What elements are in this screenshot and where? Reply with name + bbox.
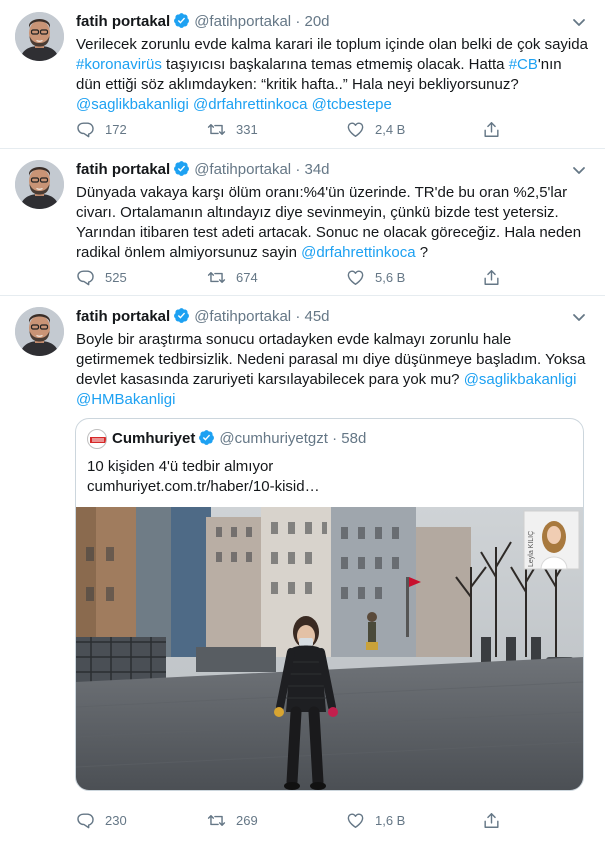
reply-icon (76, 268, 95, 287)
retweet-count: 269 (236, 813, 258, 828)
share-icon (482, 268, 501, 287)
tweet-age[interactable]: 20d (304, 13, 329, 30)
retweet-count: 674 (236, 270, 258, 285)
text-segment: Verilecek zorunlu evde kalma karari ile … (76, 36, 588, 53)
quoted-tweet[interactable]: Cumhuriyet @cumhuriyetgzt · 58d 10 kişide… (75, 418, 584, 791)
like-count: 1,6 B (375, 813, 406, 828)
heart-icon (346, 811, 365, 830)
like-count: 2,4 B (375, 122, 406, 137)
mention-link[interactable]: @saglikbakanligi (76, 96, 189, 113)
avatar[interactable] (15, 160, 64, 209)
tweet-actions: 230 269 1,6 B (76, 811, 506, 831)
author-handle[interactable]: @fatihportakal (194, 13, 291, 30)
chevron-down-icon[interactable] (571, 14, 587, 30)
author-name[interactable]: fatih portakal (76, 13, 170, 30)
quoted-author-name[interactable]: Cumhuriyet (112, 430, 195, 447)
avatar[interactable] (15, 12, 64, 61)
retweet-count: 331 (236, 122, 258, 137)
text-segment: taşıyıcısı başkalarına temas etmemiş ola… (161, 56, 509, 73)
photo-credit: Leyla KILIÇ (528, 531, 535, 567)
tweet-actions: 172 331 2,4 B (76, 120, 506, 140)
mention-link[interactable]: @saglikbakanligi (464, 371, 577, 388)
reply-icon (76, 120, 95, 139)
author-handle[interactable]: @fatihportakal (194, 308, 291, 325)
heart-icon (346, 268, 365, 287)
verified-badge-icon (173, 160, 190, 177)
avatar[interactable] (15, 307, 64, 356)
separator-dot: · (295, 161, 301, 178)
text-segment: ? (415, 244, 429, 261)
tweet-actions: 525 674 5,6 B (76, 268, 506, 288)
quoted-tweet-age[interactable]: 58d (341, 430, 366, 447)
retweet-icon (207, 811, 226, 830)
quoted-link[interactable]: cumhuriyet.com.tr/haber/10-kisid… (87, 477, 567, 497)
tweet-age[interactable]: 45d (304, 308, 329, 325)
cumhuriyet-logo-icon (87, 429, 107, 449)
tweet-age[interactable]: 34d (304, 161, 329, 178)
hashtag-link[interactable]: #CB (509, 56, 538, 73)
author-handle[interactable]: @fatihportakal (194, 161, 291, 178)
tweet-text: Verilecek zorunlu evde kalma karari ile … (76, 35, 590, 115)
mention-link[interactable]: @tcbestepe (312, 96, 392, 113)
reply-count: 172 (105, 122, 127, 137)
chevron-down-icon[interactable] (571, 162, 587, 178)
tweet-text: Dünyada vakaya karşı ölüm oranı:%4'ün üz… (76, 183, 590, 263)
separator-dot: · (295, 13, 301, 30)
reply-count: 230 (105, 813, 127, 828)
hashtag-link[interactable]: #koronavirüs (76, 56, 162, 73)
author-name[interactable]: fatih portakal (76, 161, 170, 178)
like-count: 5,6 B (375, 270, 406, 285)
tweet[interactable]: fatih portakal @fatihportakal · 20d Veril… (0, 0, 605, 149)
quoted-tweet-text: 10 kişiden 4'ü tedbir almıyor cumhuriyet… (87, 457, 567, 497)
quoted-author-handle[interactable]: @cumhuriyetgzt (219, 430, 328, 447)
share-icon (482, 120, 501, 139)
verified-badge-icon (173, 307, 190, 324)
retweet-icon (207, 268, 226, 287)
news-photo[interactable]: Leyla KILIÇ (76, 507, 583, 790)
retweet-icon (207, 120, 226, 139)
mention-link[interactable]: @HMBakanligi (76, 391, 175, 408)
tweet-feed: fatih portakal @fatihportakal · 20d Veril… (0, 0, 605, 851)
quoted-text: 10 kişiden 4'ü tedbir almıyor (87, 458, 274, 475)
reply-icon (76, 811, 95, 830)
heart-icon (346, 120, 365, 139)
separator-dot: · (295, 308, 301, 325)
tweet-text: Boyle bir araştırma sonucu ortadayken ev… (76, 330, 590, 410)
mention-link[interactable]: @drfahrettinkoca (301, 244, 415, 261)
share-icon (482, 811, 501, 830)
chevron-down-icon[interactable] (571, 309, 587, 325)
reply-count: 525 (105, 270, 127, 285)
tweet[interactable]: fatih portakal @fatihportakal · 34d Dünya… (0, 149, 605, 296)
tweet[interactable]: fatih portakal @fatihportakal · 45d Boyle… (0, 296, 605, 851)
mention-link[interactable]: @drfahrettinkoca (193, 96, 307, 113)
verified-badge-icon (198, 429, 215, 446)
separator-dot: · (332, 430, 338, 447)
verified-badge-icon (173, 12, 190, 29)
author-name[interactable]: fatih portakal (76, 308, 170, 325)
